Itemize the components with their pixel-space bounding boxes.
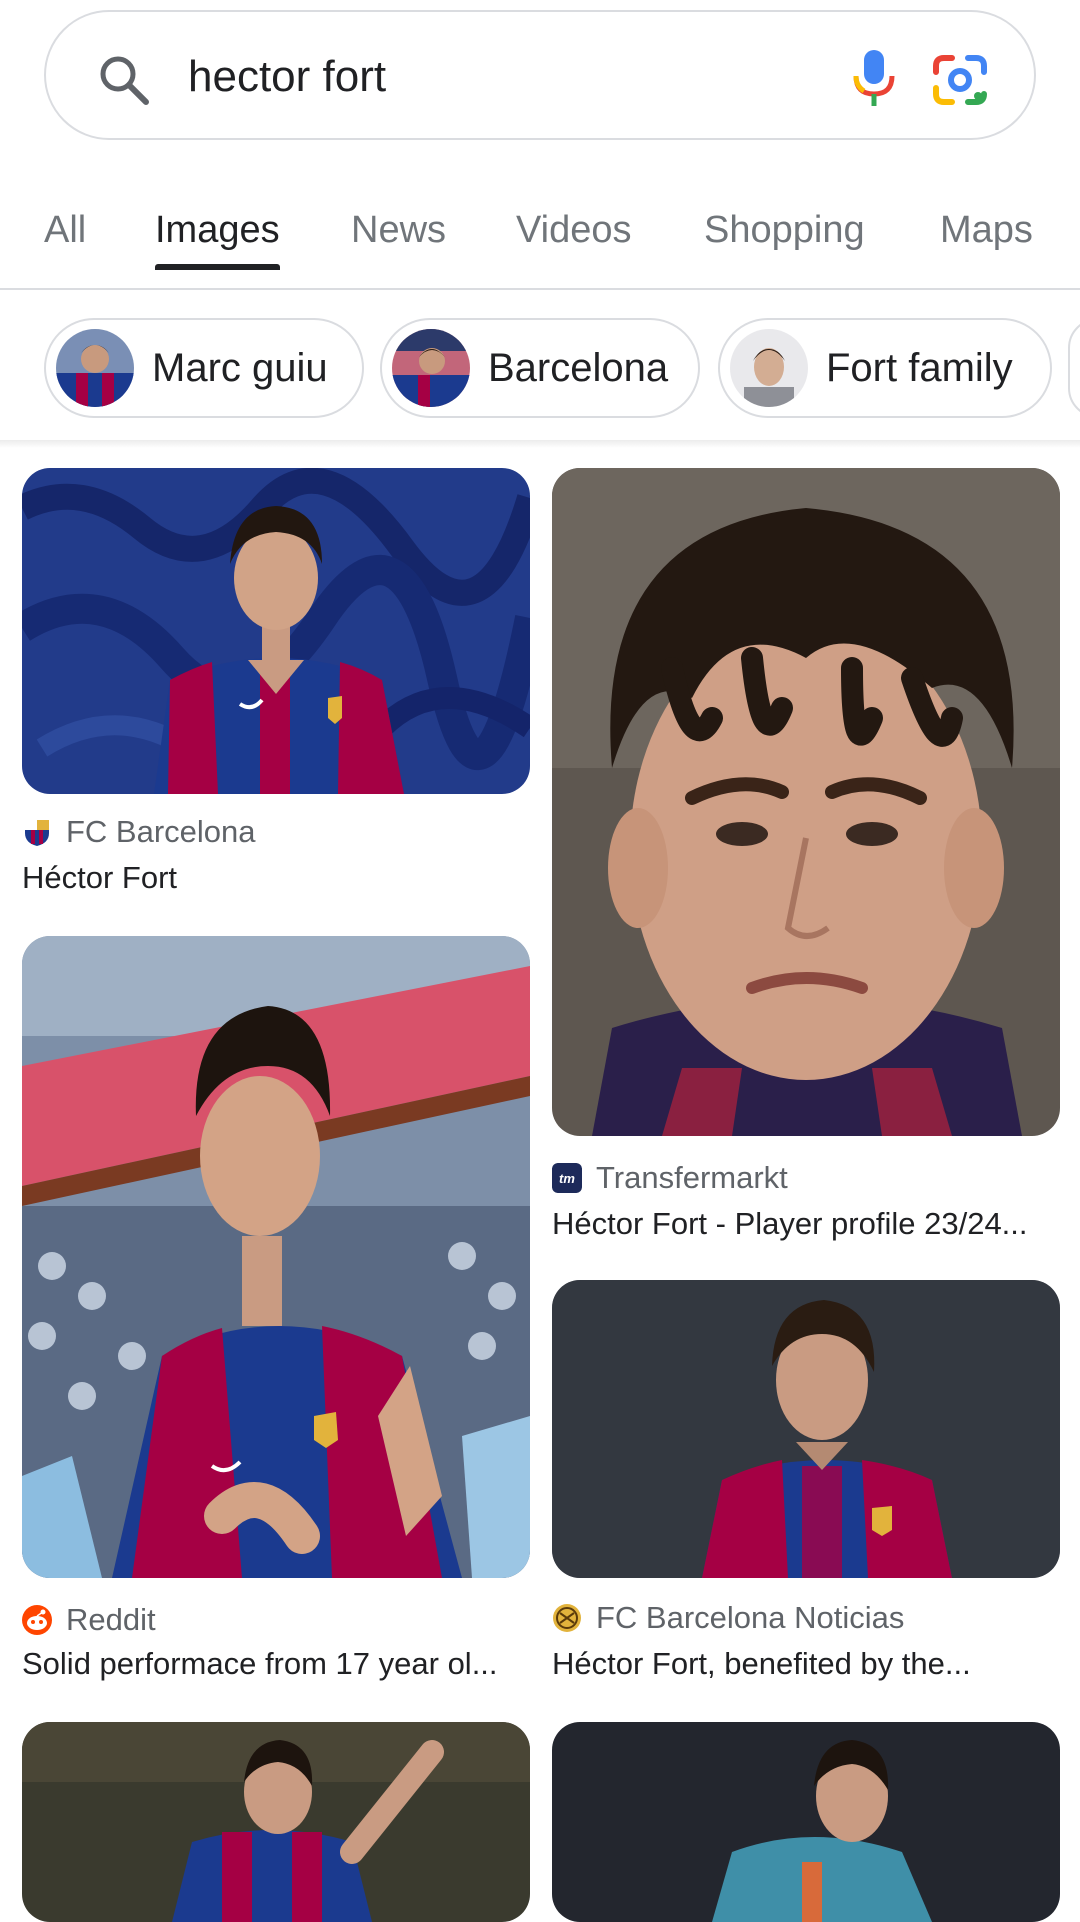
result-source: tm Transfermarkt: [552, 1160, 788, 1196]
fc-barcelona-noticias-icon: [553, 1604, 581, 1632]
search-tabs: All Images News Videos Shopping Maps: [0, 190, 1080, 290]
result-caption[interactable]: Héctor Fort - Player profile 23/24...: [552, 1206, 1060, 1242]
tab-all[interactable]: All: [44, 202, 86, 270]
fc-barcelona-icon: [25, 820, 49, 846]
chip-thumbnail: [56, 329, 134, 407]
chip-thumbnail: [392, 329, 470, 407]
tab-shopping[interactable]: Shopping: [704, 202, 865, 270]
chip-marc-guiu[interactable]: Marc guiu: [44, 318, 364, 418]
tab-maps[interactable]: Maps: [940, 202, 1033, 270]
result-image[interactable]: [22, 468, 530, 794]
image-result[interactable]: tm Transfermarkt Héctor Fort - Player pr…: [552, 468, 1060, 1241]
result-source: Reddit: [22, 1602, 156, 1638]
chip-label: Fort family: [826, 345, 1013, 390]
result-source: FC Barcelona Noticias: [552, 1600, 904, 1636]
search-icon[interactable]: [96, 52, 152, 108]
source-name: FC Barcelona Noticias: [596, 1600, 905, 1635]
image-result[interactable]: [552, 1722, 1060, 1922]
result-image[interactable]: [552, 1722, 1060, 1922]
result-image[interactable]: [552, 468, 1060, 1136]
microphone-icon[interactable]: [846, 48, 902, 108]
tab-news[interactable]: News: [351, 202, 446, 270]
source-name: FC Barcelona: [66, 814, 256, 849]
tab-images[interactable]: Images: [155, 202, 280, 270]
chip-fort-family[interactable]: Fort family: [718, 318, 1052, 418]
reddit-icon: [22, 1605, 52, 1635]
result-caption[interactable]: Solid performace from 17 year ol...: [22, 1646, 530, 1682]
image-result[interactable]: [22, 1722, 530, 1922]
result-image[interactable]: [552, 1280, 1060, 1578]
image-result[interactable]: FC Barcelona Noticias Héctor Fort, benef…: [552, 1280, 1060, 1690]
chip-thumbnail: [730, 329, 808, 407]
source-name: Transfermarkt: [596, 1160, 788, 1195]
result-caption[interactable]: Héctor Fort: [22, 860, 530, 896]
image-result[interactable]: FC Barcelona Héctor Fort: [22, 468, 530, 908]
chip-barcelona[interactable]: Barcelona: [380, 318, 700, 418]
search-bar[interactable]: hector fort: [44, 10, 1036, 140]
chip-label: Marc guiu: [152, 345, 328, 390]
result-source: FC Barcelona: [22, 814, 256, 850]
related-searches-chips: Marc guiu Barcelona Fort family: [0, 318, 1080, 418]
svg-text:tm: tm: [559, 1171, 575, 1186]
result-image[interactable]: [22, 1722, 530, 1922]
chips-divider: [0, 440, 1080, 448]
result-caption[interactable]: Héctor Fort, benefited by the...: [552, 1646, 1060, 1682]
chip-label: Barcelona: [488, 345, 669, 390]
transfermarkt-icon: tm: [552, 1163, 582, 1193]
image-result[interactable]: Reddit Solid performace from 17 year ol.…: [22, 936, 530, 1690]
result-image[interactable]: [22, 936, 530, 1578]
google-lens-icon[interactable]: [930, 52, 990, 108]
source-name: Reddit: [66, 1602, 156, 1637]
chip-partial[interactable]: [1068, 318, 1080, 418]
search-query[interactable]: hector fort: [188, 12, 386, 142]
tab-videos[interactable]: Videos: [516, 202, 632, 270]
